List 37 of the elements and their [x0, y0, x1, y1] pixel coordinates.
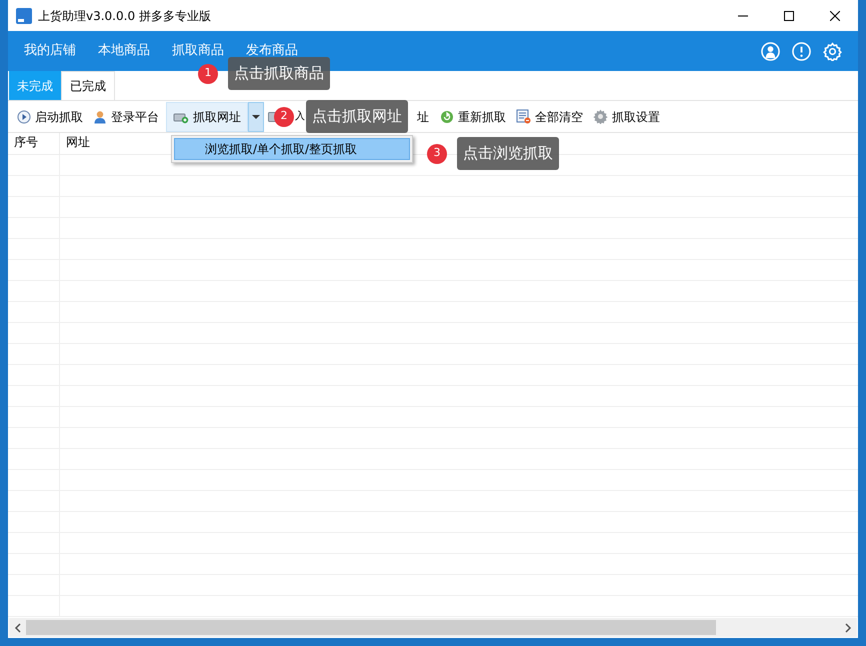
dropdown-toggle[interactable]: [248, 102, 264, 132]
toolbar-button[interactable]: 启动抓取: [12, 102, 88, 132]
toolbar-button[interactable]: 抓取设置: [588, 102, 665, 132]
user-icon[interactable]: [761, 42, 780, 60]
caret-icon: [252, 114, 260, 118]
close-icon: [830, 10, 840, 20]
toolbar-button[interactable]: 登录平台: [88, 102, 164, 132]
info-icon[interactable]: [792, 42, 811, 60]
play-icon: [17, 110, 31, 124]
sheet-icon: [516, 109, 531, 124]
scroll-right-icon[interactable]: [845, 622, 852, 632]
nav-item[interactable]: 我的店铺: [24, 41, 76, 61]
tooltip: 点击抓取商品: [228, 57, 330, 90]
column-header: 序号: [8, 133, 60, 154]
toolbar-label-fragment: 址: [417, 108, 429, 126]
maximize-icon: [784, 10, 794, 20]
step-badge: 3: [427, 144, 447, 164]
scroll-left-icon[interactable]: [14, 622, 21, 632]
gear-icon: [593, 109, 608, 124]
window-title: 上货助理v3.0.0.0 拼多多专业版: [38, 8, 211, 24]
toolbar-button-label[interactable]: 入: [295, 109, 305, 124]
settings-icon[interactable]: [823, 42, 842, 60]
toolbar-button[interactable]: 全部清空: [511, 102, 588, 132]
refresh-icon: [440, 110, 454, 124]
menu-item[interactable]: 浏览抓取/单个抓取/整页抓取: [174, 138, 410, 160]
step-badge: 2: [274, 106, 294, 126]
app-logo-icon: [16, 8, 32, 24]
column-header: 网址: [65, 134, 90, 151]
nav-item[interactable]: 本地商品: [98, 41, 150, 61]
toolbar-button[interactable]: 重新抓取: [435, 102, 511, 132]
tab[interactable]: 已完成: [61, 71, 115, 100]
scrollbar-thumb[interactable]: [26, 620, 716, 635]
toolbar-button[interactable]: 抓取网址: [166, 102, 248, 132]
nav-item[interactable]: 抓取商品: [172, 41, 224, 61]
user-icon: [93, 110, 107, 124]
tooltip: 点击浏览抓取: [457, 137, 559, 170]
tooltip: 点击抓取网址: [306, 100, 408, 133]
